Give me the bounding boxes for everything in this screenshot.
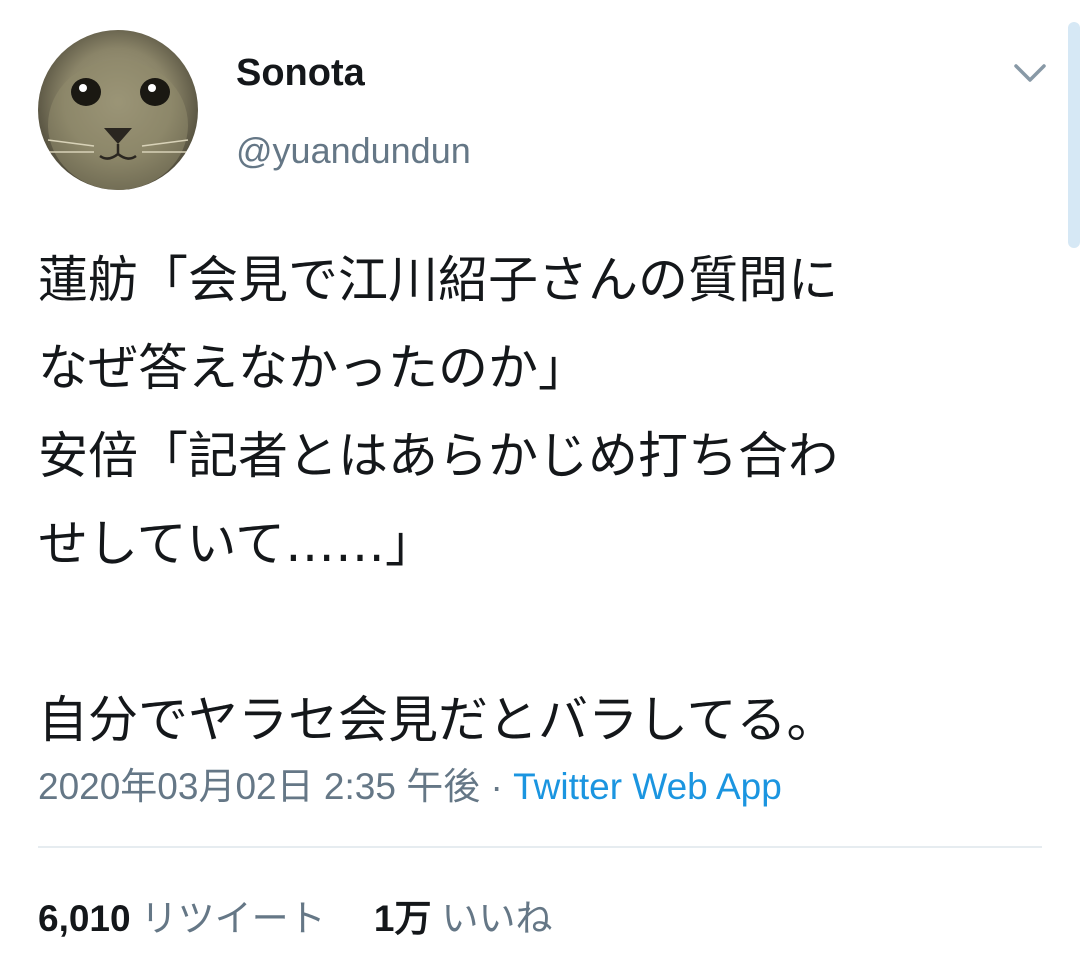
retweet-stat[interactable]: 6,010 リツイート xyxy=(38,888,326,942)
tweet-detail: Sonota @yuandundun 蓮舫「会見で江川紹子さんの質問に なぜ答え… xyxy=(0,0,1080,971)
meta-separator: · xyxy=(480,766,514,807)
cat-avatar-image xyxy=(47,60,189,190)
user-handle[interactable]: @yuandundun xyxy=(236,130,471,172)
divider xyxy=(38,846,1042,848)
tweet-text: 蓮舫「会見で江川紹子さんの質問に なぜ答えなかったのか」 安倍「記者とはあらかじ… xyxy=(38,251,838,749)
tweet-stats: 6,010 リツイート 1万 いいね xyxy=(38,888,552,942)
retweet-count: 6,010 xyxy=(38,898,131,939)
source-link[interactable]: Twitter Web App xyxy=(513,766,782,807)
like-stat[interactable]: 1万 いいね xyxy=(374,888,553,942)
tweet-meta: 2020年03月02日 2:35 午後 · Twitter Web App xyxy=(38,756,782,810)
chevron-down-icon[interactable] xyxy=(1010,58,1050,88)
scrollbar[interactable] xyxy=(1068,22,1080,248)
like-count: 1万 xyxy=(373,898,432,939)
timestamp[interactable]: 2020年03月02日 2:35 午後 xyxy=(38,766,480,807)
retweet-label: リツイート xyxy=(140,898,326,939)
like-label: いいね xyxy=(441,898,553,939)
avatar[interactable] xyxy=(38,30,198,190)
display-name[interactable]: Sonota xyxy=(236,52,365,95)
